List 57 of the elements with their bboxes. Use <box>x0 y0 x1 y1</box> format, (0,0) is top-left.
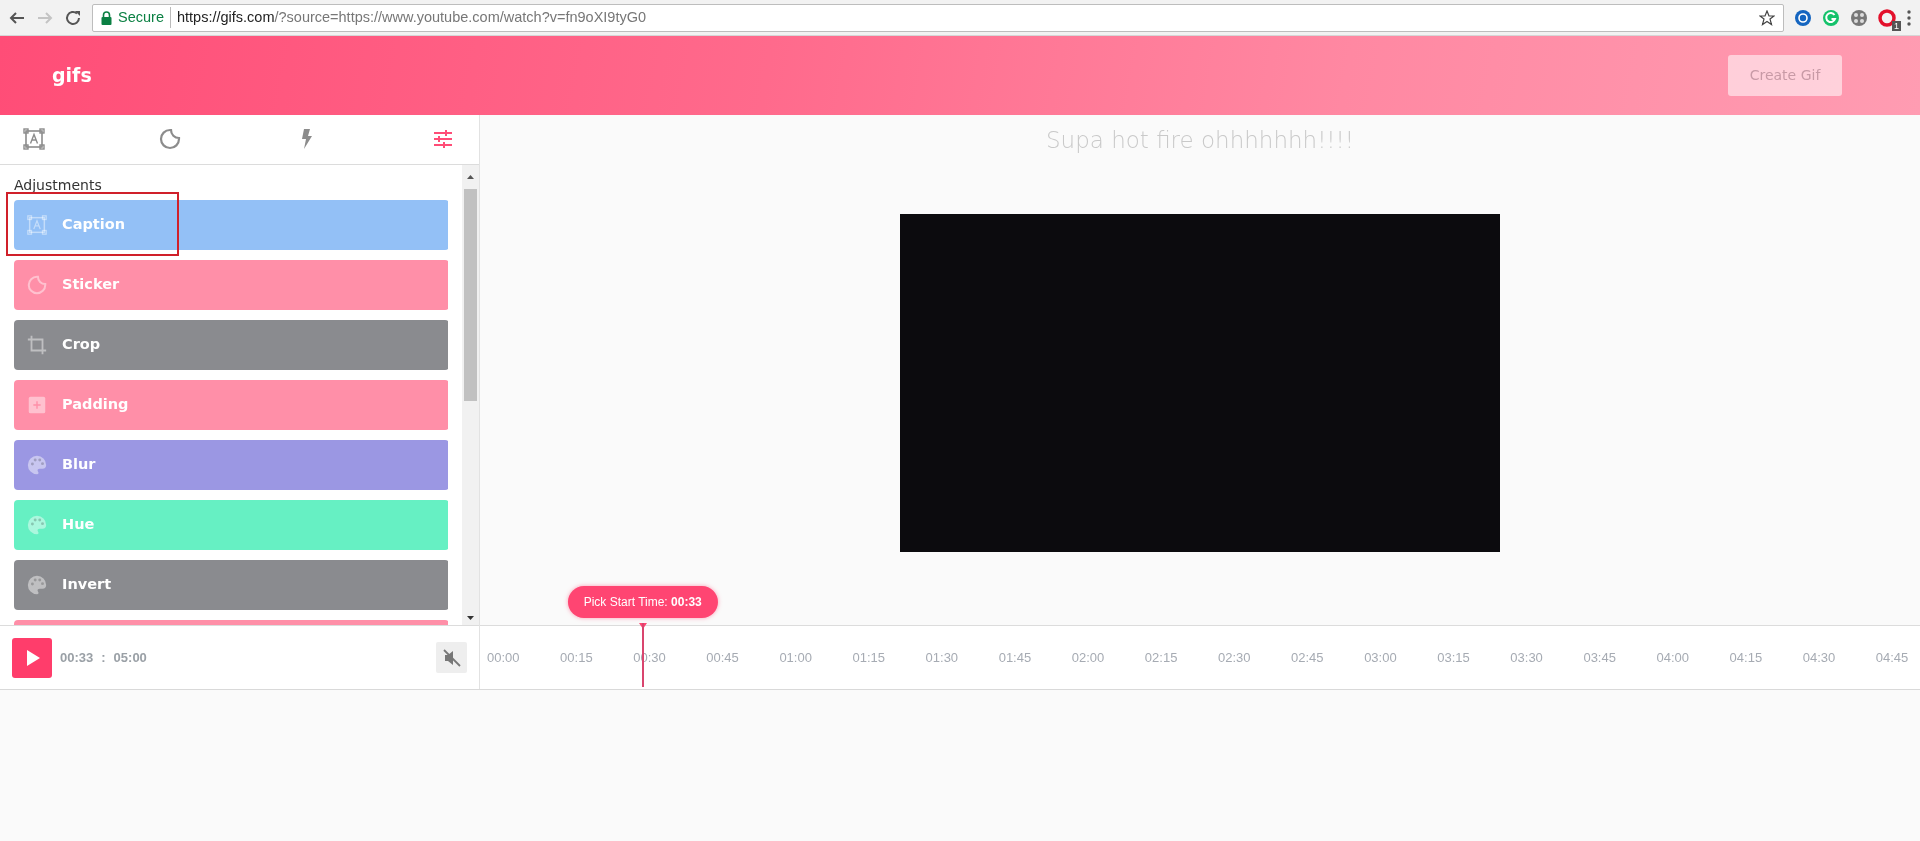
film-reel-icon[interactable] <box>1850 8 1868 27</box>
adjustment-button[interactable]: Blur <box>14 439 448 490</box>
time-tick: 01:15 <box>852 648 886 667</box>
adjustment-button[interactable]: Sticker <box>14 259 448 310</box>
time-tick: 03:45 <box>1583 648 1617 667</box>
scrollbar[interactable] <box>462 164 479 626</box>
time-tick: 03:30 <box>1510 648 1544 667</box>
play-icon <box>27 649 40 666</box>
time-tick: 02:45 <box>1291 648 1325 667</box>
crop-icon <box>26 333 48 356</box>
time-tick: 04:45 <box>1875 648 1910 667</box>
time-tick: 02:15 <box>1144 648 1179 667</box>
time-tick: 04:00 <box>1656 648 1691 667</box>
extension-badge: 1 <box>1892 20 1901 31</box>
time-tick: 00:15 <box>560 648 594 667</box>
adjustment-button[interactable]: Invert <box>14 559 448 610</box>
time-tick: 02:00 <box>1071 648 1106 667</box>
sticker-icon <box>158 127 183 152</box>
time-tick: 02:30 <box>1217 648 1252 667</box>
palette-icon <box>26 453 48 476</box>
time-tick: 04:30 <box>1802 648 1837 667</box>
time-tick: 01:45 <box>998 648 1033 667</box>
sticker-icon <box>26 273 48 296</box>
section-heading: Adjustments <box>14 175 103 195</box>
current-time: 00:33 <box>60 648 94 667</box>
palette-icon <box>26 513 48 536</box>
caption-icon <box>26 213 48 236</box>
adjustment-button[interactable]: Hue <box>14 499 448 550</box>
address-bar[interactable]: Secure https://gifs.com/?source=https://www.youtube.com/watch?v=fn9oXI9tyG0 <box>92 3 1784 32</box>
adjustment-button[interactable]: Crop <box>14 319 448 370</box>
total-time: 05:00 <box>113 648 147 667</box>
adjustment-button[interactable]: Padding <box>14 379 448 430</box>
time-tick: 00:00 <box>487 648 521 667</box>
extension-icon[interactable] <box>1878 8 1896 27</box>
url-host: https://gifs.com <box>176 7 275 27</box>
logo[interactable]: gifs <box>52 61 92 90</box>
time-tick: 03:00 <box>1364 648 1398 667</box>
palette-icon <box>26 573 48 596</box>
lock-icon <box>101 10 112 25</box>
start-time-tooltip: Pick Start Time: 00:33 <box>567 586 718 619</box>
star-icon[interactable] <box>1759 9 1775 26</box>
time-tick: 01:00 <box>779 648 813 667</box>
adjustment-button[interactable]: Caption <box>14 199 448 250</box>
reload-icon[interactable] <box>64 8 82 27</box>
time-separator: : <box>101 648 106 667</box>
play-button[interactable] <box>12 637 52 678</box>
extension-icon[interactable] <box>1794 8 1812 27</box>
url-path: /?source=https://www.youtube.com/watch?v=fn9oXI9tyG0 <box>274 7 647 27</box>
time-tick: 04:15 <box>1729 648 1764 667</box>
time-tick: 00:45 <box>706 648 740 667</box>
secure-label: Secure <box>118 6 171 29</box>
caption-icon <box>22 127 46 152</box>
mute-button[interactable] <box>436 642 467 674</box>
time-tick: 03:15 <box>1437 648 1471 667</box>
time-tick: 01:30 <box>925 648 960 667</box>
menu-icon[interactable] <box>1906 8 1912 27</box>
muted-speaker-icon <box>442 648 461 667</box>
